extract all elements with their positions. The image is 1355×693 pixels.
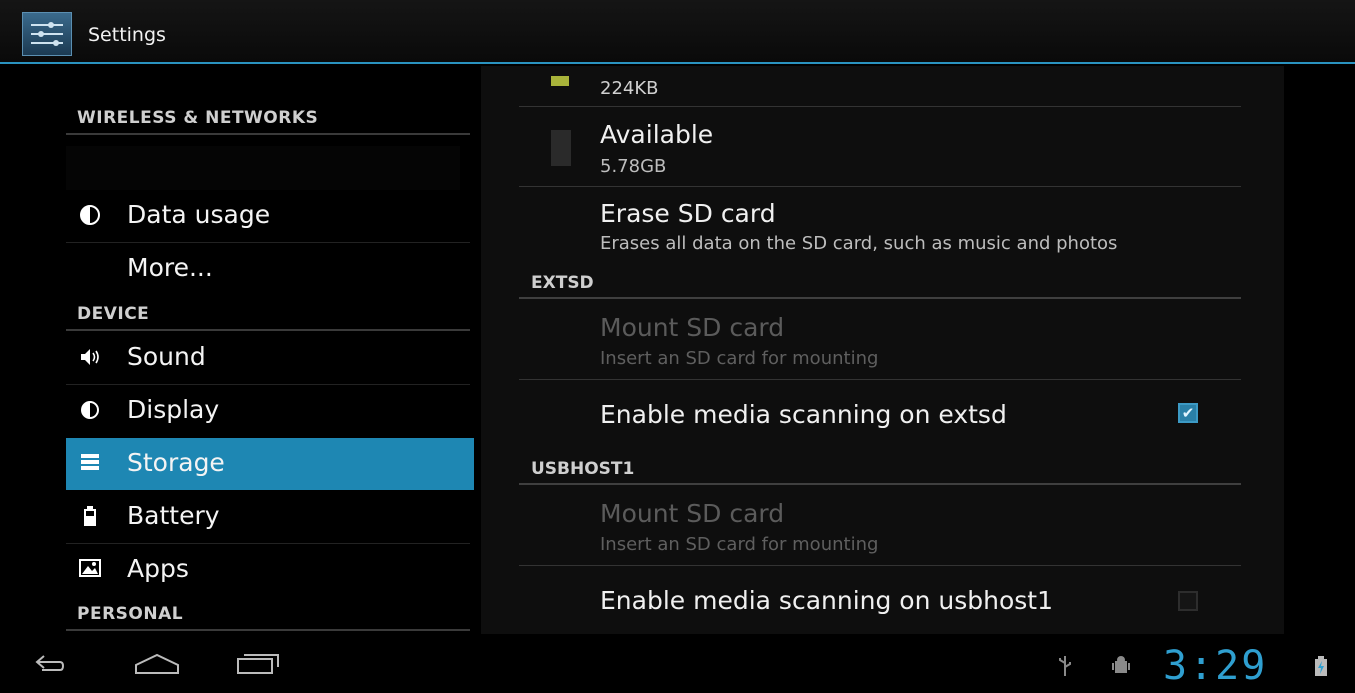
usbhost1-media-scan-checkbox[interactable] <box>1178 591 1198 611</box>
status-clock: 3:29 <box>1163 643 1268 689</box>
extsd-mount-row: Mount SD card Insert an SD card for moun… <box>481 299 1284 379</box>
usb-icon <box>1058 655 1072 682</box>
extsd-media-scan-checkbox[interactable]: ✔ <box>1178 403 1198 423</box>
divider <box>66 133 470 135</box>
category-device: DEVICE <box>77 304 150 324</box>
settings-nav: WIRELESS & NETWORKS Data usage More... D… <box>66 66 474 632</box>
available-value: 5.78GB <box>600 156 667 177</box>
category-personal: PERSONAL <box>77 604 184 624</box>
nav-item-label: Apps <box>127 554 189 583</box>
divider <box>66 629 470 631</box>
usbhost1-media-scan-row[interactable]: Enable media scanning on usbhost1 <box>481 566 1284 634</box>
nav-item-apps[interactable]: Apps <box>66 544 474 596</box>
nav-item-label: More... <box>127 253 213 282</box>
nav-item-display[interactable]: Display <box>66 385 474 437</box>
android-debug-icon <box>1112 655 1130 682</box>
speaker-icon <box>78 346 102 370</box>
battery-charging-icon <box>1314 655 1328 682</box>
usbhost1-media-scan-label: Enable media scanning on usbhost1 <box>600 586 1054 615</box>
app-title: Settings <box>88 24 166 46</box>
nav-item-data-usage[interactable]: Data usage <box>66 190 474 242</box>
settings-sliders-icon[interactable] <box>22 12 72 56</box>
home-button[interactable] <box>134 653 180 679</box>
apps-icon <box>78 558 102 582</box>
nav-item-battery[interactable]: Battery <box>66 491 474 543</box>
battery-icon <box>78 505 102 529</box>
back-button[interactable] <box>34 653 66 677</box>
nav-item-label: Storage <box>127 448 225 477</box>
storage-detail-panel: 224KB Available 5.78GB Erase SD card Era… <box>481 66 1284 634</box>
display-brightness-icon <box>78 399 102 423</box>
nav-item-more[interactable]: More... <box>66 243 474 295</box>
misc-size: 224KB <box>600 78 659 99</box>
available-color-swatch <box>551 130 571 166</box>
action-bar: Settings <box>0 0 1355 64</box>
erase-sd-card-subtitle: Erases all data on the SD card, such as … <box>600 233 1118 254</box>
available-row: Available 5.78GB <box>481 107 1284 186</box>
nav-item-storage[interactable]: Storage <box>66 438 474 490</box>
system-bar: 3:29 <box>0 637 1355 693</box>
divider <box>66 329 470 331</box>
usbhost1-mount-title: Mount SD card <box>600 499 785 528</box>
nav-item-label: Data usage <box>127 200 271 229</box>
available-title: Available <box>600 120 714 149</box>
extsd-media-scan-label: Enable media scanning on extsd <box>600 400 1007 429</box>
nav-item-label: Battery <box>127 501 220 530</box>
section-header-extsd: EXTSD <box>531 273 594 293</box>
category-wireless-networks: WIRELESS & NETWORKS <box>77 108 319 128</box>
extsd-mount-title: Mount SD card <box>600 313 785 342</box>
nav-item-sound[interactable]: Sound <box>66 332 474 384</box>
nav-item-label: Display <box>127 395 220 424</box>
misc-color-swatch <box>551 76 569 86</box>
extsd-media-scan-row[interactable]: Enable media scanning on extsd ✔ <box>481 380 1284 454</box>
storage-icon <box>78 452 102 476</box>
recent-apps-button[interactable] <box>236 653 282 679</box>
nav-item-label: Sound <box>127 342 206 371</box>
section-header-usbhost1: USBHOST1 <box>531 459 635 479</box>
data-usage-icon <box>78 204 102 228</box>
empty-list-item <box>66 146 460 190</box>
erase-sd-card-row[interactable]: Erase SD card Erases all data on the SD … <box>481 187 1284 265</box>
extsd-mount-subtitle: Insert an SD card for mounting <box>600 348 879 369</box>
usbhost1-mount-row: Mount SD card Insert an SD card for moun… <box>481 485 1284 565</box>
usbhost1-mount-subtitle: Insert an SD card for mounting <box>600 534 879 555</box>
erase-sd-card-title: Erase SD card <box>600 199 776 228</box>
